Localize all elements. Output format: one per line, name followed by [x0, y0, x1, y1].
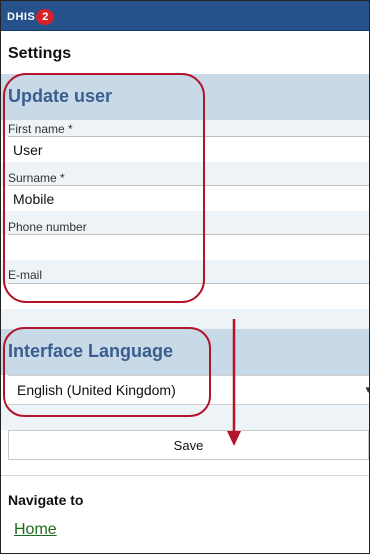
divider [1, 475, 369, 476]
update-user-header: Update user [1, 74, 369, 120]
home-link[interactable]: Home [14, 521, 57, 539]
chevron-down-icon: ▾ [365, 383, 369, 396]
email-label: E-mail [8, 268, 43, 282]
navigate-to-heading: Navigate to [8, 492, 84, 508]
logo-text: DHIS [7, 10, 36, 23]
field-band [1, 309, 369, 329]
app-frame: DHIS 2 Settings Update user First name *… [0, 0, 370, 554]
first-name-input[interactable] [8, 136, 369, 162]
first-name-label: First name * [8, 122, 73, 136]
update-user-heading: Update user [8, 86, 113, 106]
interface-language-header: Interface Language [1, 329, 369, 375]
page-title: Settings [8, 45, 72, 62]
surname-input[interactable] [8, 185, 369, 211]
dhis2-logo[interactable]: DHIS 2 [7, 8, 55, 25]
save-button[interactable]: Save [8, 430, 369, 460]
phone-number-input[interactable] [8, 234, 369, 260]
language-select[interactable]: English (United Kingdom) ▾ [8, 375, 369, 405]
interface-language-heading: Interface Language [8, 341, 174, 361]
language-selected-value: English (United Kingdom) [17, 382, 176, 398]
surname-label: Surname * [8, 171, 65, 185]
field-band [1, 405, 369, 430]
top-bar: DHIS 2 [1, 1, 369, 31]
field-band [1, 260, 369, 284]
logo-badge: 2 [36, 8, 55, 25]
email-input[interactable] [8, 283, 369, 309]
phone-number-label: Phone number [8, 220, 87, 234]
